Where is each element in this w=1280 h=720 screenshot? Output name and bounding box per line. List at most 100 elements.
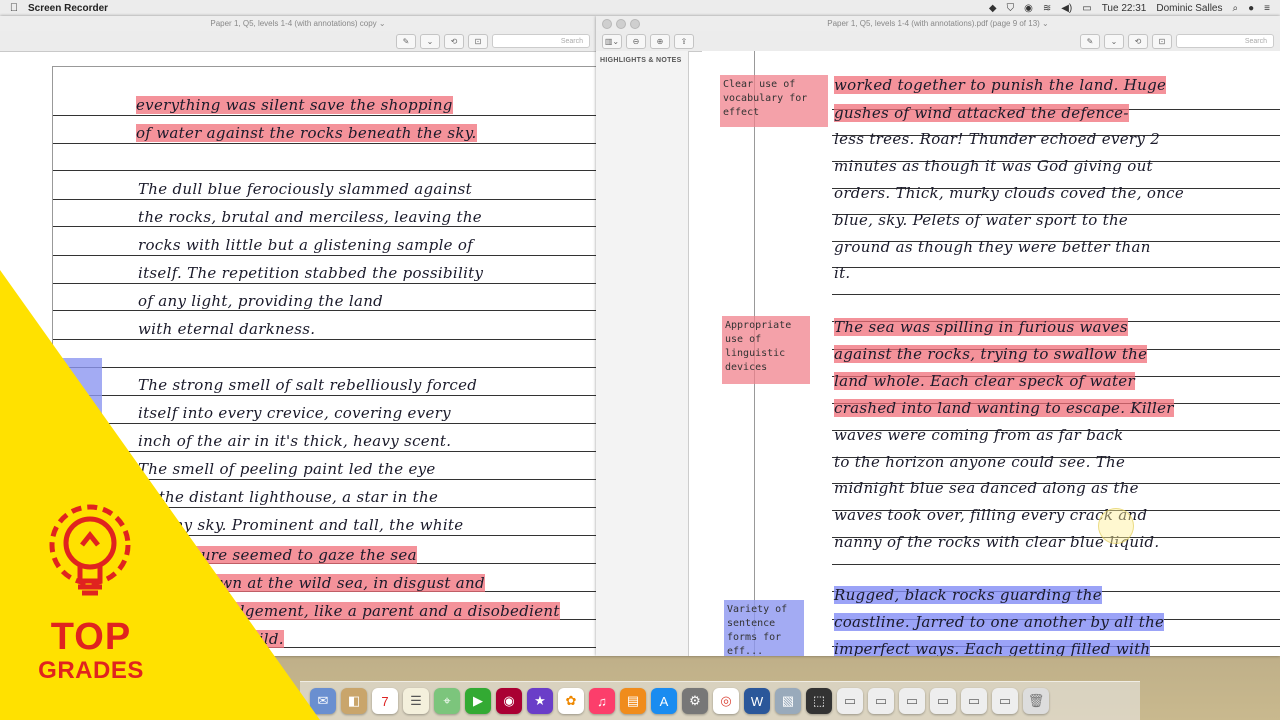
wifi-icon[interactable]: ≋ <box>1043 3 1051 14</box>
markup-pen-button[interactable]: ✎ <box>396 33 416 49</box>
ruled-line <box>53 226 596 227</box>
document-icon[interactable]: ▭ <box>899 688 925 714</box>
ruled-line <box>53 170 596 171</box>
clock[interactable]: Tue 22:31 <box>1102 3 1147 14</box>
zoom-button[interactable] <box>630 19 640 29</box>
preview-window-right: Paper 1, Q5, levels 1-4 (with annotation… <box>596 16 1280 656</box>
dropbox-icon[interactable]: ◆ <box>989 3 997 14</box>
highlights-sidebar: HIGHLIGHTS & NOTES <box>596 51 689 656</box>
ruled-line <box>53 115 596 116</box>
brand-title-grades: GRADES <box>38 657 144 684</box>
screenshot-icon[interactable]: ⬚ <box>806 688 832 714</box>
volume-icon[interactable]: ◀) <box>1061 3 1072 14</box>
handwritten-line: midnight blue sea danced along as the <box>834 479 1139 497</box>
zoom-in-button[interactable]: ⊕ <box>650 33 670 49</box>
handwritten-line: The dull blue ferociously slammed agains… <box>138 180 473 198</box>
notes-icon[interactable]: ☰ <box>403 688 429 714</box>
maps-icon[interactable]: ⌖ <box>434 688 460 714</box>
handwritten-line: of water against the rocks beneath the s… <box>136 124 477 142</box>
markup-dropdown-button[interactable]: ⌄ <box>420 33 440 49</box>
window-toolbar: ✎ ⌄ ⟲ ⊡ Search <box>0 31 596 52</box>
photo-booth-icon[interactable]: ◉ <box>496 688 522 714</box>
handwritten-line: the rocks, brutal and merciless, leaving… <box>138 208 482 226</box>
shield-icon[interactable]: ⛉ <box>1007 3 1015 14</box>
handwritten-line: less trees. Roar! Thunder echoed every 2 <box>834 130 1161 148</box>
toolbox-button[interactable]: ⊡ <box>1152 33 1172 49</box>
menu-icon[interactable]: ≡ <box>1264 3 1270 14</box>
toolbox-button[interactable]: ⊡ <box>468 33 488 49</box>
close-button[interactable] <box>602 19 612 29</box>
contacts-icon[interactable]: ◧ <box>341 688 367 714</box>
zoom-out-button[interactable]: ⊖ <box>626 33 646 49</box>
handwritten-line: land whole. Each clear speck of water <box>834 372 1135 390</box>
photos-icon[interactable]: ✿ <box>558 688 584 714</box>
handwritten-line: to the horizon anyone could see. The <box>834 453 1126 471</box>
markup-pen-button[interactable]: ✎ <box>1080 33 1100 49</box>
rotate-button[interactable]: ⟲ <box>1128 33 1148 49</box>
app-store-icon[interactable]: A <box>651 688 677 714</box>
ruled-line <box>53 143 596 144</box>
handwritten-line: imperfect ways. Each getting filled with <box>834 640 1151 656</box>
search-input[interactable]: Search <box>1176 34 1274 48</box>
avatar[interactable]: ● <box>1248 3 1254 14</box>
ruled-line <box>832 294 1280 295</box>
handwritten-line: ground as though they were better than <box>834 238 1151 256</box>
sidebar-title: HIGHLIGHTS & NOTES <box>600 57 682 64</box>
ruled-line <box>832 564 1280 565</box>
word-icon[interactable]: W <box>744 688 770 714</box>
document-icon[interactable]: ▭ <box>837 688 863 714</box>
window-titlebar[interactable]: Paper 1, Q5, levels 1-4 (with annotation… <box>596 16 1280 31</box>
annotation-note[interactable]: Appropriate use of linguistic devices <box>722 316 810 384</box>
eye-icon[interactable]: ◉ <box>1024 3 1033 14</box>
handwritten-line: crashed into land wanting to escape. Kil… <box>834 399 1174 417</box>
facetime-icon[interactable]: ▶ <box>465 688 491 714</box>
calendar-day: 7 <box>381 693 389 709</box>
search-placeholder: Search <box>560 37 583 45</box>
itunes-icon[interactable]: ♫ <box>589 688 615 714</box>
traffic-lights <box>602 19 640 29</box>
user-name[interactable]: Dominic Salles <box>1156 3 1222 14</box>
ruled-line <box>53 199 596 200</box>
handwritten-line: The sea was spilling in furious waves <box>834 318 1128 336</box>
document-icon[interactable]: ▭ <box>961 688 987 714</box>
document-icon[interactable]: ▭ <box>930 688 956 714</box>
minimize-button[interactable] <box>616 19 626 29</box>
ruled-line <box>53 255 596 256</box>
sidebar-toggle-button[interactable]: ▥⌄ <box>602 33 622 49</box>
markup-dropdown-button[interactable]: ⌄ <box>1104 33 1124 49</box>
document-icon[interactable]: ▭ <box>868 688 894 714</box>
document-icon[interactable]: ▭ <box>992 688 1018 714</box>
handwritten-line: everything was silent save the shopping <box>136 96 453 114</box>
preview-icon[interactable]: ▧ <box>775 688 801 714</box>
app-name[interactable]: Screen Recorder <box>28 3 108 14</box>
handwritten-line: blue, sky. Pelets of water sport to the <box>834 211 1129 229</box>
ruled-line <box>832 267 1280 268</box>
battery-icon[interactable]: ▭ <box>1082 3 1091 14</box>
annotation-note[interactable]: Variety of sentence forms for eff... <box>724 600 804 656</box>
handwritten-line: orders. Thick, murky clouds coved the, o… <box>834 184 1185 202</box>
annotation-note[interactable]: Clear use of vocabulary for effect <box>720 75 828 127</box>
share-button[interactable]: ⇪ <box>674 33 694 49</box>
imovie-icon[interactable]: ★ <box>527 688 553 714</box>
search-placeholder: Search <box>1244 37 1267 45</box>
handwritten-line: coastline. Jarred to one another by all … <box>834 613 1165 631</box>
handwritten-line: worked together to punish the land. Huge <box>834 76 1167 94</box>
handwritten-line: gushes of wind attacked the defence- <box>834 104 1129 122</box>
handwritten-line: rocks with little but a glistening sampl… <box>138 236 474 254</box>
mouse-cursor-highlight <box>1098 508 1134 544</box>
system-preferences-icon[interactable]: ⚙ <box>682 688 708 714</box>
calendar-icon[interactable]: 7 <box>372 688 398 714</box>
dock: ✉ ◧ 7 ☰ ⌖ ▶ ◉ ★ ✿ ♫ ▤ A ⚙ ◎ W ▧ ⬚ ▭ ▭ ▭ … <box>300 681 1140 720</box>
handwritten-line: Rugged, black rocks guarding the <box>834 586 1102 604</box>
search-icon[interactable]: ⌕ <box>1233 3 1239 14</box>
apple-menu-icon[interactable]:  <box>0 2 28 14</box>
trash-icon[interactable]: 🗑 <box>1023 688 1049 714</box>
window-titlebar[interactable]: Paper 1, Q5, levels 1-4 (with annotation… <box>0 16 596 31</box>
window-title: Paper 1, Q5, levels 1-4 (with annotation… <box>210 19 386 28</box>
handwritten-line: waves were coming from as far back <box>834 426 1124 444</box>
window-toolbar: ▥⌄ ⊖ ⊕ ⇪ ✎ ⌄ ⟲ ⊡ Search <box>596 31 1280 52</box>
chrome-icon[interactable]: ◎ <box>713 688 739 714</box>
search-input[interactable]: Search <box>492 34 590 48</box>
ibooks-icon[interactable]: ▤ <box>620 688 646 714</box>
rotate-button[interactable]: ⟲ <box>444 33 464 49</box>
